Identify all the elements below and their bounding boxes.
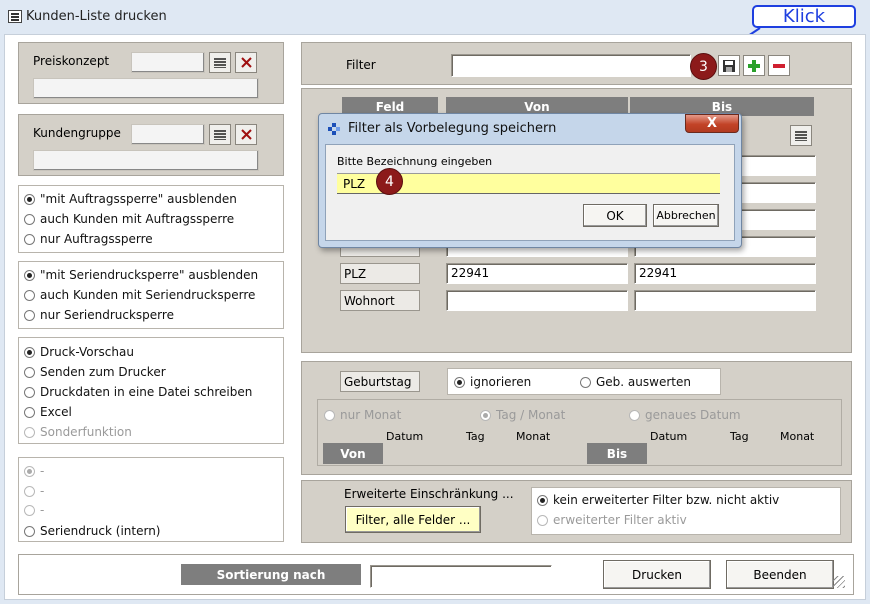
clear-icon[interactable]	[235, 52, 257, 73]
dialog-cancel-button[interactable]: Abbrechen	[653, 204, 719, 227]
preiskonzept-display	[33, 78, 259, 99]
radio-extra-2: -	[24, 484, 44, 498]
clear-icon[interactable]	[235, 124, 257, 145]
erweitert-panel: Erweiterte Einschränkung ... Filter, all…	[301, 480, 852, 543]
radio-extra-1: -	[24, 464, 44, 478]
radio-druck-vorschau[interactable]: Druck-Vorschau	[24, 345, 134, 359]
extra-group: - - - Seriendruck (intern)	[18, 457, 284, 542]
radio-tag-monat: Tag / Monat	[480, 408, 565, 422]
filter-all-fields-button[interactable]: Filter, alle Felder ...	[345, 506, 481, 533]
col-tag-von: Tag	[466, 430, 485, 443]
preiskonzept-panel: Preiskonzept	[18, 42, 284, 104]
save-filter-icon[interactable]	[718, 55, 740, 76]
bis-field-wohnort[interactable]	[634, 290, 816, 311]
list-icon[interactable]	[209, 52, 231, 73]
filter-panel: Filter	[301, 42, 852, 85]
preiskonzept-label: Preiskonzept	[33, 54, 110, 68]
radio-geb-auswerten[interactable]: Geb. auswerten	[580, 375, 691, 389]
kundengruppe-field[interactable]	[131, 124, 205, 145]
geburtstag-label: Geburtstag	[340, 371, 420, 392]
radio-genaues-datum: genaues Datum	[629, 408, 741, 422]
radio-auftrag-nur[interactable]: nur Auftragssperre	[24, 232, 153, 246]
kundengruppe-display	[33, 150, 259, 171]
ausgabe-group: Druck-Vorschau Senden zum Drucker Druckd…	[18, 337, 284, 444]
dialog-prompt: Bitte Bezeichnung eingeben	[337, 155, 493, 168]
feld-label-plz: PLZ	[340, 263, 420, 284]
von-label: Von	[323, 443, 383, 464]
window-title: Kunden-Liste drucken	[26, 9, 167, 24]
radio-serien-nur[interactable]: nur Seriendrucksperre	[24, 308, 174, 322]
printer-icon	[8, 10, 22, 23]
radio-seriendruck-intern[interactable]: Seriendruck (intern)	[24, 524, 161, 538]
bis-label: Bis	[587, 443, 647, 464]
seriendrucksperre-group: "mit Seriendrucksperre" ausblenden auch …	[18, 261, 284, 329]
geburtstag-mode-group: ignorieren Geb. auswerten	[447, 368, 721, 395]
col-datum-von: Datum	[386, 430, 424, 443]
col-datum-bis: Datum	[650, 430, 688, 443]
radio-datei[interactable]: Druckdaten in eine Datei schreiben	[24, 385, 252, 399]
sort-select[interactable]	[370, 565, 552, 588]
radio-serien-ausblenden[interactable]: "mit Seriendrucksperre" ausblenden	[24, 268, 258, 282]
radio-nur-monat: nur Monat	[324, 408, 401, 422]
filter-select[interactable]	[451, 54, 691, 77]
geburtstag-detail-group: nur Monat Tag / Monat genaues Datum Datu…	[317, 399, 842, 466]
radio-kein-filter[interactable]: kein erweiterter Filter bzw. nicht aktiv	[537, 493, 779, 507]
radio-auftrag-ausblenden[interactable]: "mit Auftragssperre" ausblenden	[24, 192, 237, 206]
quit-button[interactable]: Beenden	[726, 560, 834, 589]
von-field-wohnort[interactable]	[446, 290, 628, 311]
radio-filter-aktiv: erweiterter Filter aktiv	[537, 513, 687, 527]
radio-auftrag-auch[interactable]: auch Kunden mit Auftragssperre	[24, 212, 234, 226]
dialog-app-icon	[328, 123, 340, 135]
print-button[interactable]: Drucken	[603, 560, 711, 589]
add-filter-icon[interactable]	[743, 55, 765, 76]
erweitert-label: Erweiterte Einschränkung ...	[344, 487, 514, 501]
klick-callout: Klick	[752, 5, 856, 28]
radio-excel[interactable]: Excel	[24, 405, 72, 419]
von-field-plz[interactable]: 22941	[446, 263, 628, 284]
list-icon[interactable]	[209, 124, 231, 145]
step-3-badge: 3	[690, 53, 717, 80]
kundengruppe-panel: Kundengruppe	[18, 114, 284, 176]
auftragssperre-group: "mit Auftragssperre" ausblenden auch Kun…	[18, 185, 284, 253]
radio-ignorieren[interactable]: ignorieren	[454, 375, 531, 389]
sort-label: Sortierung nach	[181, 564, 361, 585]
col-monat-bis: Monat	[780, 430, 815, 443]
dialog-title: Filter als Vorbelegung speichern	[348, 121, 557, 136]
bis-field-plz[interactable]: 22941	[634, 263, 816, 284]
step-4-badge: 4	[376, 168, 403, 195]
radio-sonderfunktion: Sonderfunktion	[24, 425, 132, 439]
geburtstag-panel: Geburtstag ignorieren Geb. auswerten nur…	[301, 361, 852, 475]
remove-filter-icon[interactable]	[768, 55, 790, 76]
radio-extra-3: -	[24, 503, 44, 517]
filter-label: Filter	[346, 58, 376, 72]
preiskonzept-field[interactable]	[131, 52, 205, 73]
radio-serien-auch[interactable]: auch Kunden mit Seriendrucksperre	[24, 288, 255, 302]
erweitert-options: kein erweiterter Filter bzw. nicht aktiv…	[531, 487, 841, 535]
kundengruppe-label: Kundengruppe	[33, 126, 121, 140]
feld-label-wohnort: Wohnort	[340, 290, 420, 311]
list-icon[interactable]	[790, 125, 812, 146]
dialog-ok-button[interactable]: OK	[583, 204, 647, 227]
radio-senden-drucker[interactable]: Senden zum Drucker	[24, 365, 166, 379]
resize-grip-icon[interactable]	[833, 576, 845, 588]
col-monat-von: Monat	[516, 430, 551, 443]
col-tag-bis: Tag	[730, 430, 749, 443]
dialog-close-button[interactable]: X	[685, 114, 739, 133]
bottom-bar: Sortierung nach Drucken Beenden	[18, 554, 854, 595]
